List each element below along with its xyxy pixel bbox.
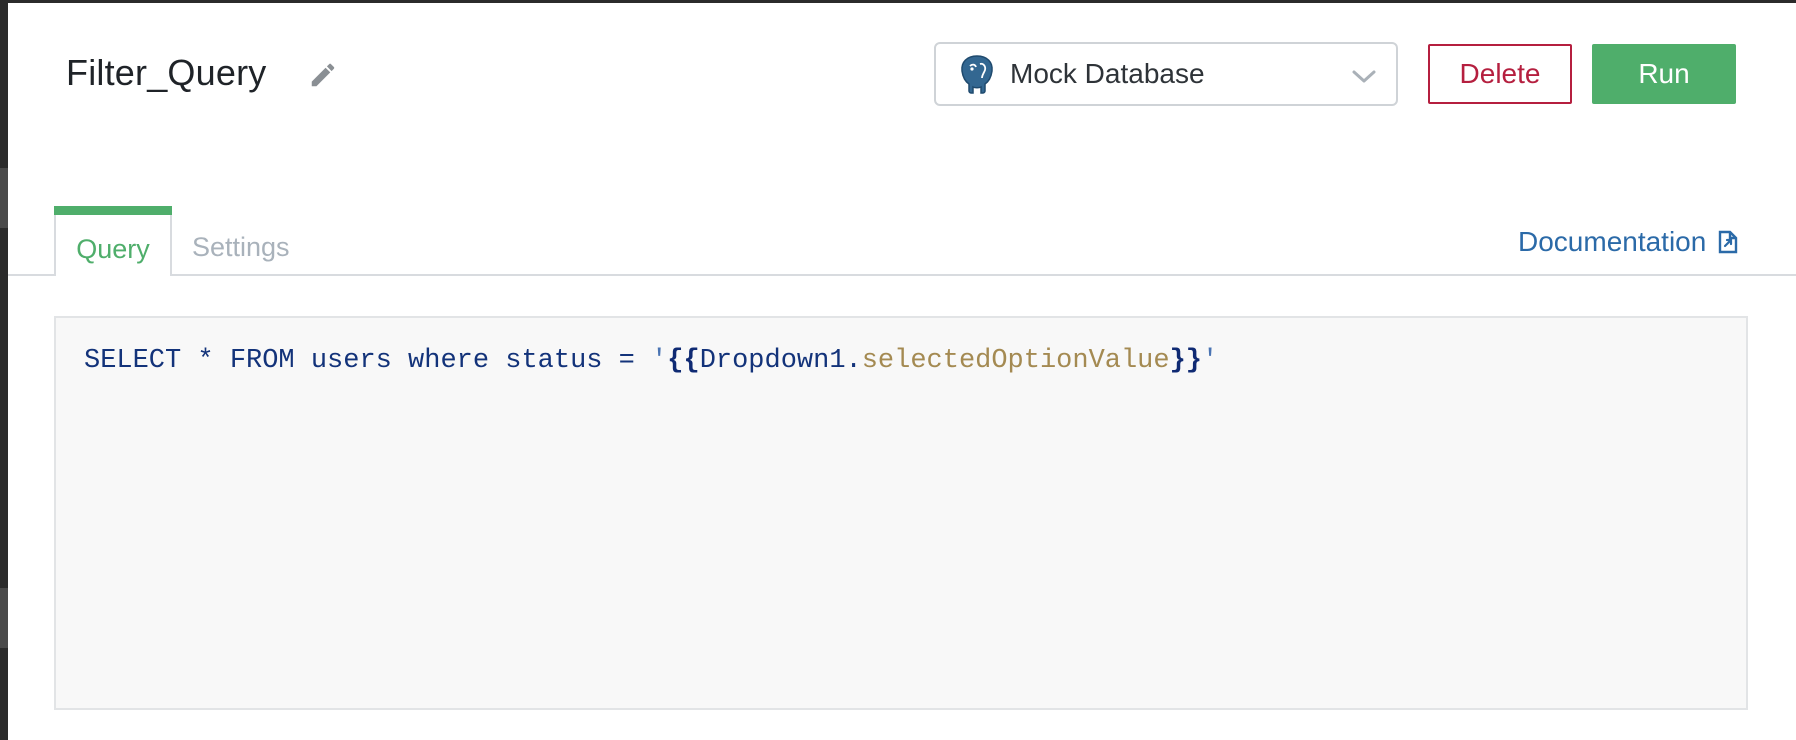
string-quote-close: '	[1202, 346, 1219, 376]
edit-name-button[interactable]	[306, 58, 340, 92]
tabs-divider	[8, 274, 1796, 276]
left-edge-notch	[0, 588, 8, 648]
window-top-edge	[0, 0, 1796, 3]
query-name: Filter_Query	[66, 52, 267, 93]
active-tab-indicator	[54, 206, 172, 215]
query-editor-pane: Filter_Query Mock Database Delete Run Qu…	[0, 0, 1796, 740]
pencil-icon	[311, 63, 335, 87]
sql-statement-text: SELECT * FROM users where status =	[84, 346, 652, 376]
binding-property: selectedOptionValue	[861, 346, 1170, 376]
datasource-select-value: Mock Database	[1010, 58, 1205, 89]
binding-brace-close: }}	[1169, 346, 1202, 376]
left-edge-notch	[0, 168, 8, 228]
run-button[interactable]: Run	[1592, 44, 1736, 104]
delete-button[interactable]: Delete	[1428, 44, 1572, 104]
datasource-select[interactable]: Mock Database	[934, 42, 1398, 106]
external-link-icon	[1719, 230, 1738, 254]
tab-query[interactable]: Query	[54, 206, 172, 276]
documentation-link-label: Documentation	[1518, 226, 1707, 257]
chevron-down-icon	[1352, 70, 1376, 83]
tab-query-label: Query	[76, 234, 150, 264]
string-quote-open: '	[651, 346, 668, 376]
binding-brace-open: {{	[667, 346, 700, 376]
window-left-edge	[0, 0, 8, 740]
code-line: SELECT * FROM users where status = '{{Dr…	[84, 346, 1218, 376]
sql-code-editor[interactable]: SELECT * FROM users where status = '{{Dr…	[54, 316, 1748, 710]
postgres-elephant-icon	[958, 53, 998, 95]
tab-settings[interactable]: Settings	[192, 232, 290, 263]
binding-object: Dropdown1.	[699, 346, 862, 376]
documentation-link[interactable]: Documentation	[1518, 226, 1740, 258]
